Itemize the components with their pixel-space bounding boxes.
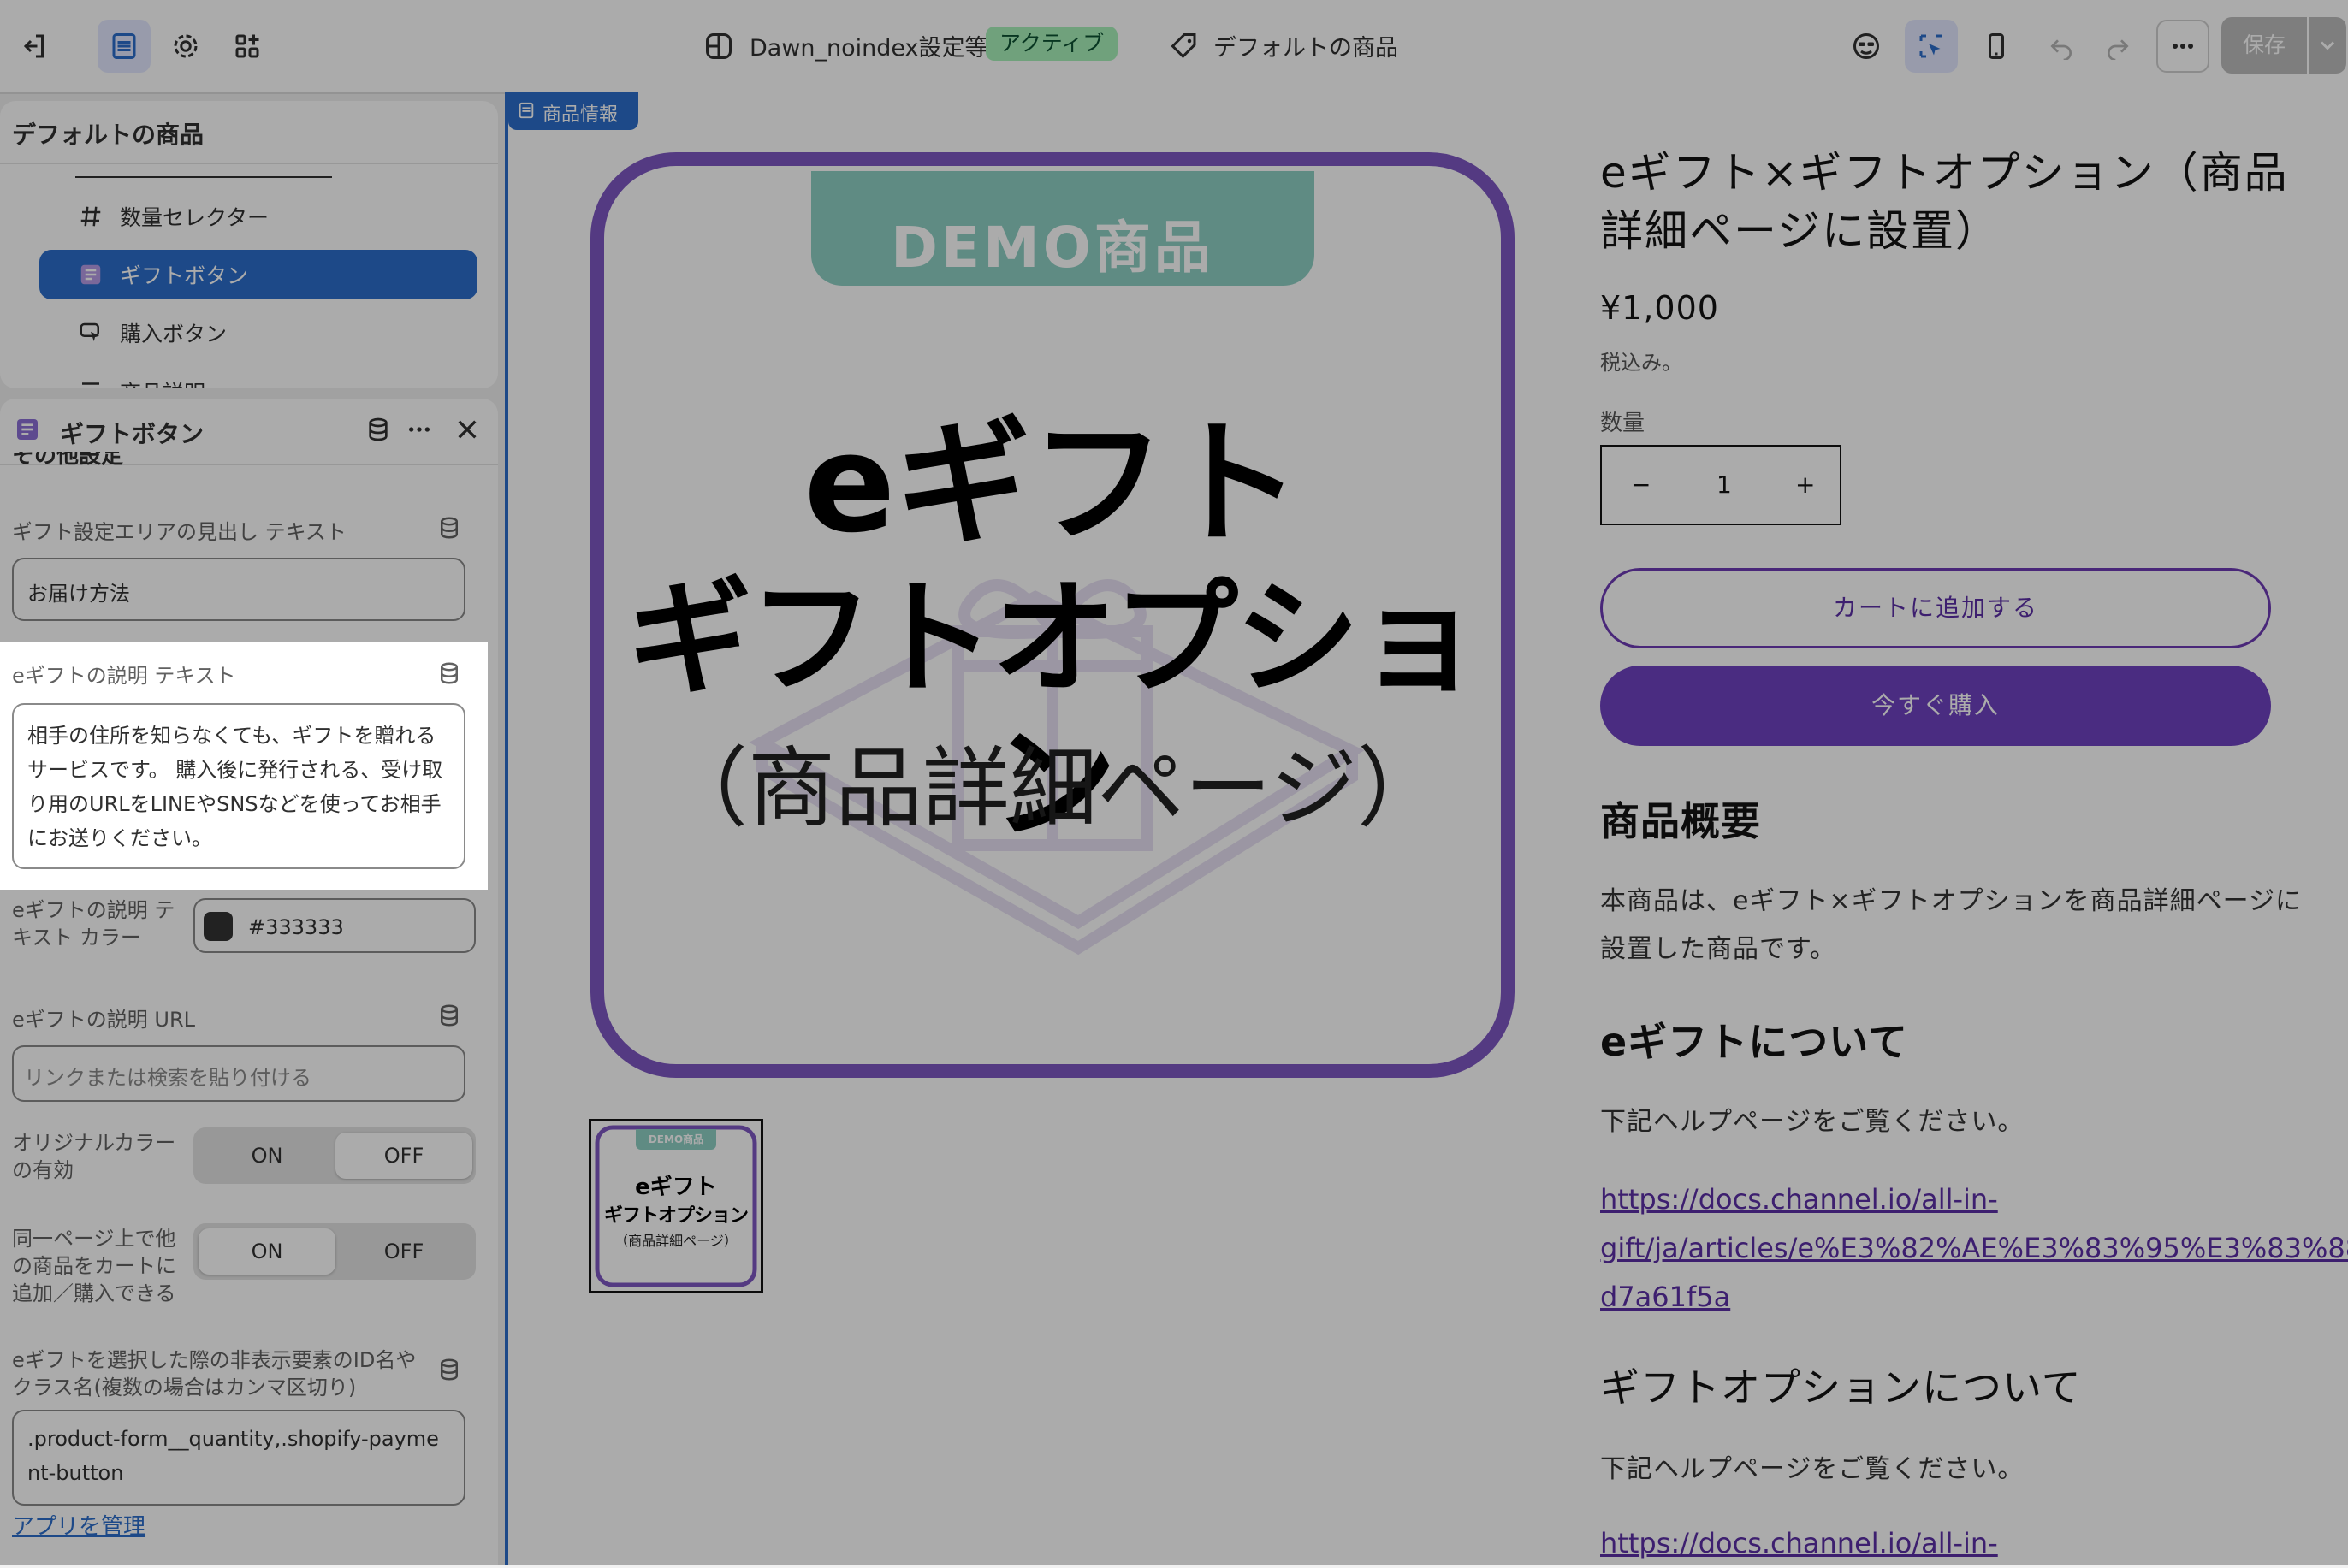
overlay-dim (488, 642, 2348, 890)
overlay-dim (0, 890, 2348, 1565)
overlay-dim (0, 0, 2348, 642)
dynamic-source-icon[interactable] (436, 660, 462, 686)
desc-text-input[interactable]: 相手の住所を知らなくても、ギフトを贈れるサービスです。 購入後に発行される、受け… (12, 703, 465, 869)
desc-text-label: eギフトの説明 テキスト (12, 664, 236, 688)
